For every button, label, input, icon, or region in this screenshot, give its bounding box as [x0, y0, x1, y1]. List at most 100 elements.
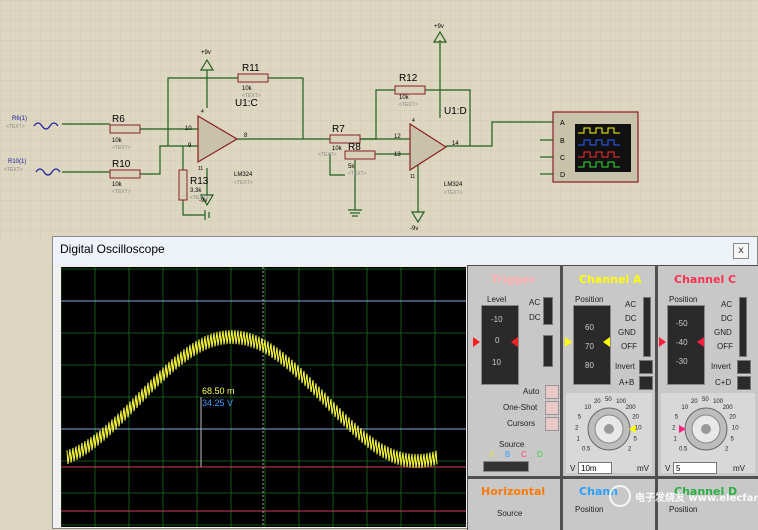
u1d-pin-13: 13	[394, 152, 401, 158]
r6-label: R6	[112, 114, 125, 125]
dial-tick-label: 1	[577, 436, 581, 442]
close-button[interactable]: x	[733, 243, 749, 259]
trigger-level-arrow-right	[511, 337, 518, 347]
channel-a-dial[interactable]: 0.51251020 50 100200201052	[566, 393, 652, 465]
dial-tick-label: 5	[578, 414, 582, 420]
dial-tick-label: 20	[729, 414, 736, 420]
trigger-title: Trigger	[491, 273, 536, 286]
scope-input-a: A	[560, 120, 565, 127]
trigger-source-c[interactable]: C	[521, 450, 527, 459]
trigger-cursors-label: Cursors	[507, 419, 536, 428]
source-text-2: <TEXT>	[4, 167, 23, 173]
dial-tick-label: 2	[628, 446, 632, 452]
channel-c-invert-label: Invert	[711, 362, 732, 371]
channel-a-dc-label: DC	[625, 314, 637, 323]
r6-value: 10k	[112, 138, 123, 144]
trigger-source-slider[interactable]	[483, 461, 529, 472]
channel-c-tick-neg50: -50	[676, 319, 688, 328]
oscilloscope-window: Digital Oscilloscope x 68.50 m 34.25 V T…	[52, 236, 758, 530]
trigger-tick-10: 10	[492, 358, 501, 367]
channel-a-mode-switch[interactable]	[643, 297, 651, 357]
source-label-1: R6(1)	[12, 116, 27, 122]
channel-a-tick-60: 60	[585, 323, 594, 332]
trigger-level-arrow-left	[473, 337, 480, 347]
channel-a-scale-field[interactable]: 10m	[578, 462, 612, 474]
channel-a-arrow-right	[603, 337, 610, 347]
u1d-pin-11: 11	[410, 174, 415, 180]
dial-tick-label: 10	[732, 425, 739, 431]
u1c-text: <TEXT>	[234, 180, 253, 186]
r12-value: 10k	[399, 95, 410, 101]
channel-c-dc-label: DC	[721, 314, 733, 323]
u1c-pin-11: 11	[198, 166, 203, 172]
dial-tick-label: 200	[723, 405, 734, 411]
channel-c-dial[interactable]: 0.51251020 50 100200201052	[663, 393, 749, 465]
trigger-auto-label: Auto	[523, 387, 540, 396]
u1d-text: <TEXT>	[444, 190, 463, 196]
trigger-oneshot-button[interactable]	[545, 401, 559, 415]
trigger-dc-label: DC	[529, 313, 541, 322]
channel-a-tick-70: 70	[585, 342, 594, 351]
trigger-edge-switch[interactable]	[543, 335, 553, 367]
dial-tick-label: 50	[702, 397, 709, 403]
r7-label: R7	[332, 124, 345, 135]
r11-label: R11	[242, 63, 260, 74]
dial-tick-label: 5	[731, 436, 735, 442]
channel-a-sum-label: A+B	[619, 378, 635, 387]
u1d-part: LM324	[444, 182, 463, 188]
scope-display[interactable]: 68.50 m 34.25 V	[61, 267, 466, 527]
trigger-ac-label: AC	[529, 298, 541, 307]
channel-c-sum-button[interactable]	[737, 376, 751, 390]
dial-tick-label: 0.5	[582, 446, 591, 452]
trigger-tick-0: 0	[495, 336, 500, 345]
dial-tick-label: 10	[635, 425, 642, 431]
r12-text: <TEXT>	[399, 102, 418, 108]
u1d-pin-4: 4	[412, 118, 415, 124]
trigger-source-label: Source	[499, 440, 525, 449]
dial-tick-label: 100	[616, 399, 627, 405]
channel-c-sum-label: C+D	[715, 378, 732, 387]
channel-c-scale-field[interactable]: 5	[673, 462, 717, 474]
trigger-source-b[interactable]: B	[505, 450, 510, 459]
channel-a-invert-button[interactable]	[639, 360, 653, 374]
r11-value: 10k	[242, 86, 253, 92]
schematic-canvas: R6(1) <TEXT> R10(1) <TEXT> R6 10k <TEXT>…	[0, 0, 758, 240]
dial-tick-label: 2	[575, 425, 579, 431]
channel-c-mode-switch[interactable]	[739, 297, 747, 357]
r7-text: <TEXT>	[318, 152, 337, 158]
scope-input-b: B	[560, 138, 565, 145]
channel-b-position-label: Position	[575, 505, 604, 514]
r8-value: 5k	[348, 164, 355, 170]
trigger-source-d[interactable]: D	[537, 450, 543, 459]
u1d-pin-14: 14	[452, 141, 459, 147]
dial-tick-label: 5	[675, 414, 679, 420]
r8-label: R8	[348, 142, 361, 153]
channel-c-tick-neg40: -40	[676, 338, 688, 347]
scope-input-c: C	[560, 155, 565, 162]
channel-a-position-label: Position	[575, 295, 604, 304]
channel-a-sum-button[interactable]	[639, 376, 653, 390]
readout-time: 68.50 m	[202, 386, 235, 396]
watermark: 电子发烧友 www.elecfans.com	[609, 485, 758, 511]
channel-c-arrow-left	[659, 337, 666, 347]
dial-tick-label: 1	[674, 436, 678, 442]
trigger-source-a[interactable]: A	[489, 450, 494, 459]
channel-c-invert-button[interactable]	[737, 360, 751, 374]
supply-pos-1: +9v	[201, 50, 211, 56]
dial-tick-label: 20	[632, 414, 639, 420]
dial-tick-label: 200	[626, 405, 637, 411]
r8-text: <TEXT>	[348, 171, 367, 177]
channel-a-arrow-left	[565, 337, 572, 347]
channel-c-unit-v: V	[665, 464, 671, 473]
r10-value: 10k	[112, 182, 123, 188]
trigger-auto-button[interactable]	[545, 385, 559, 399]
trigger-level-label: Level	[487, 295, 507, 304]
channel-a-gnd-label: GND	[618, 328, 636, 337]
trigger-cursors-button[interactable]	[545, 417, 559, 431]
channel-a-invert-label: Invert	[615, 362, 636, 371]
trigger-coupling-switch[interactable]	[543, 297, 553, 325]
window-titlebar[interactable]: Digital Oscilloscope x	[53, 237, 757, 264]
watermark-text: 电子发烧友 www.elecfans.com	[635, 493, 758, 504]
u1c-pin-10: 10	[185, 126, 192, 132]
channel-c-title: Channel C	[674, 273, 737, 286]
